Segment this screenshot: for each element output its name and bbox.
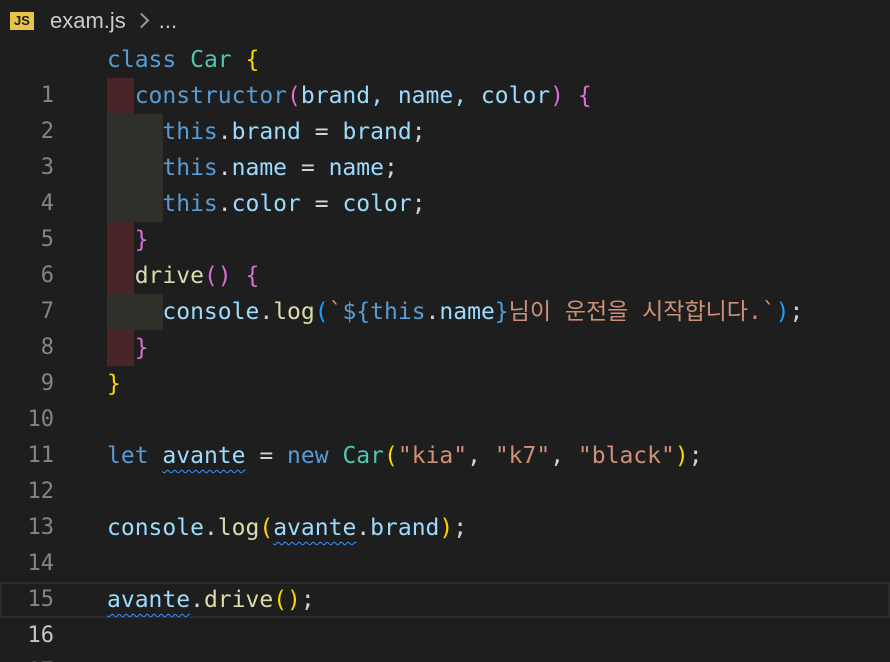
- code-line[interactable]: 6 }: [0, 222, 890, 288]
- code-line[interactable]: 12 let avante = new Car("kia", "k7", "bl…: [0, 438, 890, 504]
- token-method-name: drive: [134, 263, 204, 289]
- token-brace: {: [245, 263, 260, 289]
- token-brace: {: [577, 83, 592, 109]
- token-class-name: Car: [190, 47, 232, 73]
- line-code: let avante = new Car("kia", "k7", "black…: [107, 443, 703, 469]
- token-variable: name: [328, 155, 384, 181]
- chevron-right-icon: [133, 12, 150, 28]
- code-line[interactable]: 9 }: [0, 330, 890, 396]
- token-method-name: drive: [203, 587, 274, 613]
- line-number: 17: [0, 654, 55, 662]
- token-variable: avante: [273, 515, 357, 541]
- token-keyword: class: [107, 47, 177, 73]
- token-string: "k7": [494, 443, 551, 469]
- token-variable: avante: [107, 587, 191, 613]
- code-line[interactable]: 11: [0, 402, 890, 468]
- token-variable: console: [107, 515, 204, 541]
- code-line[interactable]: 4 this.name = name;: [0, 150, 890, 216]
- code-line[interactable]: 3 this.brand = brand;: [0, 114, 890, 180]
- code-line[interactable]: 13: [0, 474, 890, 540]
- token-brace: }: [134, 335, 149, 361]
- token-property: brand: [231, 119, 301, 145]
- token-brace: }: [107, 371, 121, 397]
- code-line[interactable]: 8 console.log(`${this.name}님이 운전을 시작합니다.…: [0, 294, 890, 360]
- javascript-file-icon: JS: [10, 12, 34, 30]
- line-code: this.name = name;: [162, 155, 398, 181]
- code-line[interactable]: 15: [0, 546, 890, 612]
- code-line[interactable]: 7 drive() {: [0, 258, 890, 324]
- line-code: console.log(`${this.name}님이 운전을 시작합니다.`)…: [162, 299, 804, 325]
- breadcrumb-file-name[interactable]: exam.js: [50, 8, 126, 34]
- line-code: class Car {: [107, 42, 259, 78]
- line-code: }: [107, 330, 149, 366]
- token-keyword: let: [107, 443, 149, 469]
- token-brace: {: [245, 47, 260, 73]
- breadcrumb-more[interactable]: ...: [159, 8, 177, 34]
- token-property: brand: [370, 515, 440, 541]
- token-property: color: [231, 191, 301, 217]
- token-keyword: new: [287, 443, 329, 469]
- line-code: }: [107, 366, 121, 402]
- code-line-current[interactable]: 16 avante.drive();: [0, 582, 890, 648]
- token-variable: color: [342, 191, 412, 217]
- token-keyword: this: [162, 155, 218, 181]
- code-line[interactable]: 17: [0, 618, 890, 662]
- line-code: this.brand = brand;: [162, 119, 426, 145]
- code-line[interactable]: 1 class Car {: [0, 42, 890, 108]
- token-class-name: Car: [342, 443, 384, 469]
- code-line[interactable]: 2 constructor(brand, name, color) {: [0, 78, 890, 144]
- token-brace: }: [134, 227, 149, 253]
- token-string: "black": [577, 443, 675, 469]
- breadcrumb: JS exam.js ...: [0, 0, 890, 42]
- line-code: this.color = color;: [162, 191, 426, 217]
- token-params: brand, name, color: [300, 83, 551, 109]
- token-variable: avante: [162, 443, 246, 469]
- token-function: log: [273, 299, 315, 325]
- code-line[interactable]: 14 console.log(avante.brand);: [0, 510, 890, 576]
- line-code: console.log(avante.brand);: [107, 515, 468, 541]
- code-editor[interactable]: JS exam.js ... 1 class Car { 2 construct…: [0, 0, 890, 662]
- code-line[interactable]: 10 }: [0, 366, 890, 432]
- token-property: name: [439, 299, 495, 325]
- token-keyword: constructor: [134, 83, 288, 109]
- line-code: drive() {: [134, 263, 260, 289]
- token-string: "kia": [397, 443, 468, 469]
- line-code: }: [107, 222, 149, 258]
- token-function: log: [217, 515, 260, 541]
- token-variable: console: [162, 299, 260, 325]
- token-property: name: [231, 155, 288, 181]
- token-string: 님이 운전을 시작합니다.: [508, 299, 762, 325]
- token-keyword: this: [162, 119, 218, 145]
- line-code: avante.drive();: [107, 587, 315, 613]
- token-keyword: this: [370, 299, 426, 325]
- line-code: constructor(brand, name, color) {: [134, 83, 592, 109]
- code-lines[interactable]: 1 class Car { 2 constructor(brand, name,…: [0, 42, 890, 662]
- token-variable: brand: [342, 119, 412, 145]
- token-keyword: this: [162, 191, 218, 217]
- code-line[interactable]: 5 this.color = color;: [0, 186, 890, 252]
